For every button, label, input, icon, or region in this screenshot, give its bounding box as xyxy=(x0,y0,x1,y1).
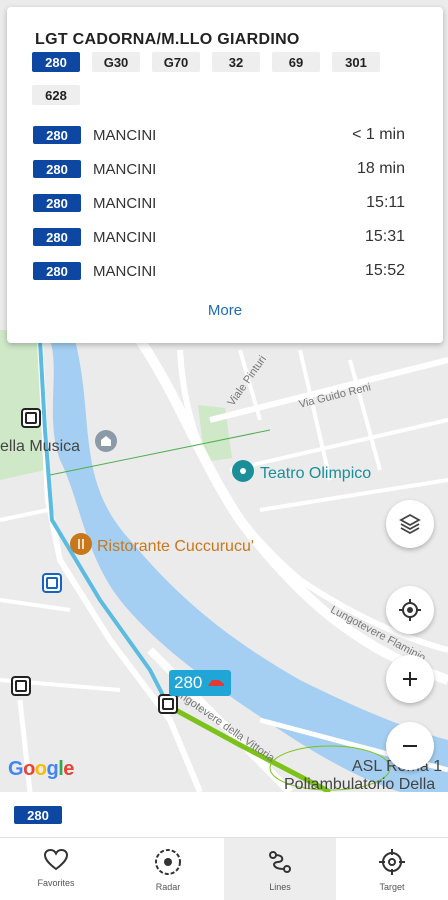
restaurant-pin-icon[interactable] xyxy=(70,533,92,555)
stop-title: LGT CADORNA/M.LLO GIARDINO xyxy=(35,31,300,48)
arrival-line-badge: 280 xyxy=(33,262,81,280)
arrival-line-badge: 280 xyxy=(33,228,81,246)
nav-label-radar: Radar xyxy=(155,882,181,892)
bottom-navigation: Favorites Radar Lines Target xyxy=(0,838,448,900)
arrival-time: 15:11 xyxy=(366,194,405,211)
target-icon xyxy=(379,849,405,875)
arrival-row[interactable]: 280 MANCINI 15:52 xyxy=(33,261,405,281)
stop-arrivals-card: LGT CADORNA/M.LLO GIARDINO 280 G30 G70 3… xyxy=(7,7,443,343)
selected-line-badge[interactable]: 280 xyxy=(14,806,62,824)
arrival-row[interactable]: 280 MANCINI < 1 min xyxy=(33,125,405,145)
zoom-out-button[interactable] xyxy=(386,722,434,770)
bus-stop-icon[interactable] xyxy=(21,408,41,428)
nav-item-favorites[interactable]: Favorites xyxy=(0,838,112,900)
arrival-time: 15:52 xyxy=(364,262,405,279)
bus-position-marker[interactable]: 280 xyxy=(169,670,231,696)
bus-stop-icon[interactable] xyxy=(11,676,31,696)
arrival-row[interactable]: 280 MANCINI 18 min xyxy=(33,159,405,179)
line-chip-301[interactable]: 301 xyxy=(332,52,380,72)
nav-label-target: Target xyxy=(379,882,405,892)
arrival-row[interactable]: 280 MANCINI 15:31 xyxy=(33,227,405,247)
arrival-destination: MANCINI xyxy=(93,262,157,280)
line-chip-32[interactable]: 32 xyxy=(212,52,260,72)
theater-pin-icon[interactable] xyxy=(232,460,254,482)
bus-stop-selected-icon[interactable] xyxy=(42,573,62,593)
bus-marker-line: 280 xyxy=(174,673,203,692)
route-icon xyxy=(269,851,291,873)
minus-icon xyxy=(403,745,417,747)
arrival-line-badge: 280 xyxy=(33,160,81,178)
arrival-time: 15:31 xyxy=(364,228,405,245)
arrival-time: < 1 min xyxy=(352,126,405,143)
radar-icon xyxy=(155,849,181,875)
line-chip-628[interactable]: 628 xyxy=(32,85,80,105)
nav-item-lines[interactable]: Lines xyxy=(224,838,336,900)
layers-icon xyxy=(399,513,421,535)
music-venue-icon[interactable] xyxy=(95,430,117,452)
plus-icon xyxy=(403,672,417,686)
bus-stop-icon[interactable] xyxy=(158,694,178,714)
map-label-musica: ella Musica xyxy=(0,438,81,455)
nav-label-lines: Lines xyxy=(269,882,291,892)
arrival-row[interactable]: 280 MANCINI 15:11 xyxy=(33,193,405,213)
google-logo: Google xyxy=(8,758,74,780)
line-chip-69[interactable]: 69 xyxy=(272,52,320,72)
map-label-teatro: Teatro Olimpico xyxy=(260,465,372,482)
my-location-button[interactable] xyxy=(386,586,434,634)
arrival-destination: MANCINI xyxy=(93,160,157,178)
selected-line-strip: 280 xyxy=(0,792,448,838)
more-button[interactable]: More xyxy=(195,302,255,319)
bus-direction-icon xyxy=(208,680,225,686)
arrival-destination: MANCINI xyxy=(93,194,157,212)
heart-icon xyxy=(43,848,69,871)
map-label-poliambulatorio: Poliambulatorio Della xyxy=(284,776,436,792)
nav-item-target[interactable]: Target xyxy=(336,838,448,900)
arrival-time: 18 min xyxy=(356,160,405,177)
arrival-line-badge: 280 xyxy=(33,194,81,212)
line-chip-g30[interactable]: G30 xyxy=(92,52,140,72)
nav-label-favorites: Favorites xyxy=(37,878,75,888)
zoom-in-button[interactable] xyxy=(386,655,434,703)
my-location-icon xyxy=(399,599,421,621)
line-chip-g70[interactable]: G70 xyxy=(152,52,200,72)
map-label-ristorante: Ristorante Cuccurucu' xyxy=(97,538,254,555)
arrival-line-badge: 280 xyxy=(33,126,81,144)
nav-item-radar[interactable]: Radar xyxy=(112,838,224,900)
layers-button[interactable] xyxy=(386,500,434,548)
arrival-destination: MANCINI xyxy=(93,228,157,246)
line-chip-280[interactable]: 280 xyxy=(32,52,80,72)
arrival-destination: MANCINI xyxy=(93,126,157,144)
